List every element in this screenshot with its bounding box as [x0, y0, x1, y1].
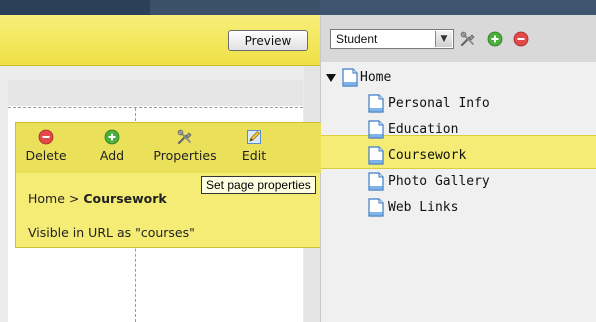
- tools-icon: [177, 129, 192, 145]
- role-select[interactable]: Student ▼: [330, 29, 454, 49]
- tree-item-label: Coursework: [388, 148, 467, 163]
- page-icon: [368, 94, 384, 113]
- edit-button[interactable]: Edit: [236, 127, 272, 171]
- page-header-region: [8, 80, 303, 106]
- layout-guide-horizontal: [8, 107, 303, 108]
- tree-item-home[interactable]: Home: [326, 67, 586, 89]
- delete-icon: [38, 129, 54, 145]
- top-strip-mid: [150, 0, 320, 15]
- tree-item-label: Photo Gallery: [388, 174, 490, 189]
- add-icon[interactable]: [487, 31, 503, 47]
- url-visibility-note: Visible in URL as "courses": [28, 225, 195, 240]
- tree-item-personal-info[interactable]: Personal Info: [368, 93, 588, 115]
- remove-icon[interactable]: [513, 31, 529, 47]
- breadcrumb-separator: >: [68, 191, 80, 206]
- top-strip: [0, 0, 596, 15]
- tree-item-coursework[interactable]: Coursework: [368, 145, 588, 167]
- properties-button[interactable]: Properties: [142, 127, 228, 171]
- expand-triangle-icon[interactable]: [326, 74, 336, 82]
- breadcrumb-current: Coursework: [83, 191, 167, 206]
- page-icon: [342, 68, 358, 87]
- site-structure-sidebar: Student ▼ Home Personal Info Education C…: [320, 15, 596, 322]
- delete-label: Delete: [25, 148, 67, 163]
- tree-item-label: Web Links: [388, 200, 459, 215]
- role-select-value: Student: [336, 32, 378, 46]
- add-label: Add: [99, 148, 125, 163]
- tree-item-education[interactable]: Education: [368, 119, 588, 141]
- preview-button[interactable]: Preview: [228, 30, 308, 51]
- add-icon: [104, 129, 120, 145]
- page-icon: [368, 172, 384, 191]
- tree-item-label: Home: [360, 70, 392, 85]
- tree-item-label: Education: [388, 122, 459, 137]
- sidebar-toolbar: Student ▼: [321, 15, 596, 62]
- tree-item-label: Personal Info: [388, 96, 490, 111]
- page-icon: [368, 146, 384, 165]
- pencil-icon: [247, 130, 261, 144]
- breadcrumb-root[interactable]: Home: [28, 191, 65, 206]
- delete-button[interactable]: Delete: [24, 127, 68, 171]
- add-button[interactable]: Add: [94, 127, 130, 171]
- edit-label: Edit: [241, 148, 267, 163]
- properties-label: Properties: [153, 148, 217, 163]
- page-icon: [368, 120, 384, 139]
- context-actions-row: Delete Add Properties Edit: [16, 123, 321, 173]
- top-strip-left: [0, 0, 150, 15]
- page-icon: [368, 198, 384, 217]
- tree-item-web-links[interactable]: Web Links: [368, 197, 588, 219]
- tools-icon[interactable]: [460, 31, 476, 47]
- tree-item-photo-gallery[interactable]: Photo Gallery: [368, 171, 588, 193]
- properties-tooltip: Set page properties: [201, 176, 316, 194]
- chevron-down-icon[interactable]: ▼: [435, 31, 452, 47]
- breadcrumb: Home > Coursework: [28, 191, 167, 206]
